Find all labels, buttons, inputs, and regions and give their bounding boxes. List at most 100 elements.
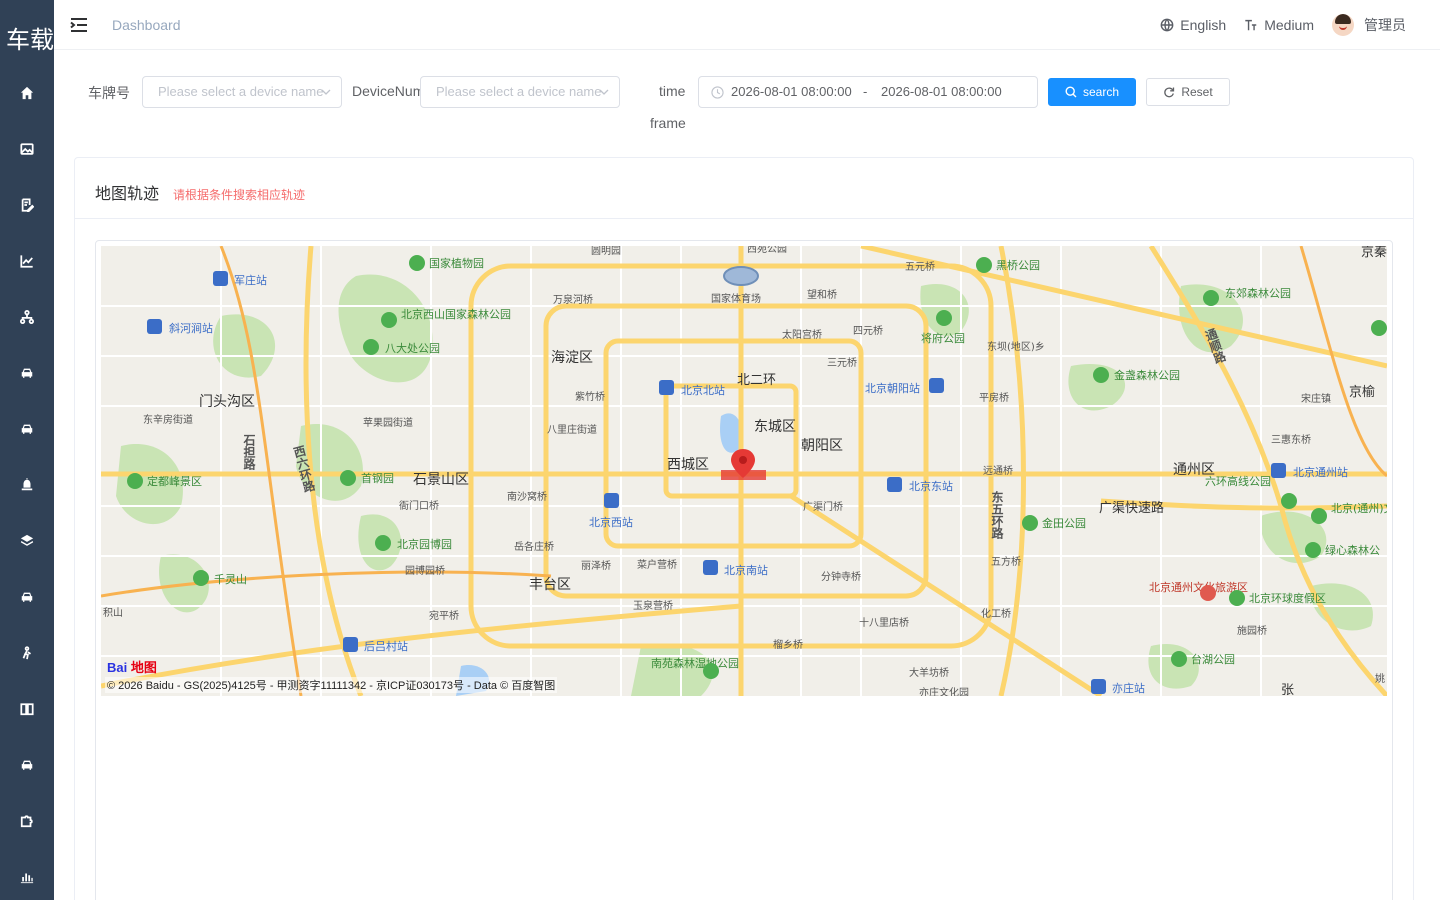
filter-form: 车牌号 Please select a device name DeviceNu… bbox=[74, 76, 1414, 136]
map-label: 门头沟区 bbox=[199, 394, 255, 410]
puzzle-icon[interactable] bbox=[19, 813, 35, 829]
location-pin-icon bbox=[721, 449, 766, 480]
time-label: time bbox=[659, 83, 686, 99]
map-copyright: © 2026 Baidu - GS(2025)4125号 - 甲测资字11111… bbox=[105, 677, 558, 693]
map-label: 衙门口桥 bbox=[399, 499, 439, 512]
map-label: 园博园桥 bbox=[405, 564, 445, 577]
end-time: 2026-08-01 08:00:00 bbox=[881, 84, 1002, 99]
car-icon[interactable] bbox=[19, 421, 35, 437]
baidu-map[interactable]: 海淀区 门头沟区 石景山区 西城区 东城区 朝阳区 丰台区 通州区 北二环 广渠… bbox=[101, 246, 1387, 696]
map-label: 苹果园街道 bbox=[363, 416, 413, 429]
start-time: 2026-08-01 08:00:00 bbox=[731, 84, 852, 99]
map-label: 宋庄镇 bbox=[1301, 392, 1331, 405]
map-label: 北京东站 bbox=[909, 479, 953, 493]
map-label: 北京环球度假区 bbox=[1249, 591, 1326, 605]
map-label: 千灵山 bbox=[214, 573, 247, 586]
map-label: 西苑公园 bbox=[747, 246, 787, 255]
map-label: 岳各庄桥 bbox=[514, 540, 554, 553]
map-label: 北京北站 bbox=[681, 383, 725, 397]
car-icon[interactable] bbox=[19, 757, 35, 773]
car-icon[interactable] bbox=[19, 365, 35, 381]
app-logo: 车载 bbox=[6, 26, 54, 54]
home-icon[interactable] bbox=[19, 85, 35, 101]
map-label: 北京南站 bbox=[724, 563, 768, 577]
car-icon[interactable] bbox=[19, 589, 35, 605]
map-label: 五元桥 bbox=[905, 261, 935, 273]
map-label: 平房桥 bbox=[979, 391, 1009, 404]
layers-icon[interactable] bbox=[19, 533, 35, 549]
map-label: 化工桥 bbox=[981, 607, 1011, 620]
map-label: 绿心森林公 bbox=[1325, 543, 1380, 557]
tree-icon[interactable] bbox=[19, 309, 35, 325]
image-icon[interactable] bbox=[19, 141, 35, 157]
map-label: 北京西站 bbox=[589, 515, 633, 529]
sidebar: 车载 bbox=[0, 0, 54, 900]
map-label: 五方桥 bbox=[991, 555, 1021, 568]
map-label: 海淀区 bbox=[551, 350, 593, 366]
clock-icon bbox=[711, 86, 724, 99]
map-label: 东城区 bbox=[754, 419, 796, 435]
map-container: 海淀区 门头沟区 石景山区 西城区 东城区 朝阳区 丰台区 通州区 北二环 广渠… bbox=[95, 240, 1393, 900]
map-label: 紫竹桥 bbox=[575, 390, 605, 403]
map-label: 姚 bbox=[1375, 672, 1385, 685]
edit-doc-icon[interactable] bbox=[19, 197, 35, 213]
map-label: 广渠门桥 bbox=[803, 500, 843, 513]
map-label: 后吕村站 bbox=[364, 639, 408, 653]
top-navbar: Dashboard English Medium 管理员 bbox=[54, 0, 1440, 50]
device-select[interactable]: Please select a device name bbox=[420, 76, 620, 108]
map-label: 六环高线公园 bbox=[1205, 474, 1271, 488]
plate-placeholder: Please select a device name bbox=[158, 84, 324, 99]
map-label: 石担路 bbox=[242, 434, 256, 471]
map-label: 南沙窝桥 bbox=[507, 490, 547, 503]
reset-label: Reset bbox=[1181, 85, 1213, 99]
date-range-picker[interactable]: 2026-08-01 08:00:00 - 2026-08-01 08:00:0… bbox=[698, 76, 1038, 108]
device-label: DeviceNum bbox=[352, 83, 420, 99]
map-label: 丰台区 bbox=[529, 577, 571, 593]
stadium-icon bbox=[723, 266, 759, 286]
map-label: 东坝(地区)乡 bbox=[987, 340, 1045, 353]
map-label: 金田公园 bbox=[1042, 516, 1086, 530]
map-label: 十八里店桥 bbox=[859, 616, 909, 629]
map-label: 石景山区 bbox=[413, 472, 469, 488]
map-label: 亦庄站 bbox=[1112, 681, 1145, 695]
map-label: 朝阳区 bbox=[801, 438, 843, 454]
map-label: 万泉河桥 bbox=[553, 293, 593, 306]
baidu-logo-text: Bai bbox=[107, 660, 128, 675]
map-label: 东辛房街道 bbox=[143, 413, 193, 426]
map-label: 菜户营桥 bbox=[637, 558, 677, 571]
map-label: 大羊坊桥 bbox=[909, 666, 949, 679]
baidu-logo-text-2: 地图 bbox=[130, 660, 157, 675]
bar-chart-icon[interactable] bbox=[19, 869, 35, 885]
map-label: 广渠快速路 bbox=[1099, 500, 1164, 516]
search-label: search bbox=[1082, 85, 1120, 99]
line-chart-icon[interactable] bbox=[19, 253, 35, 269]
map-label: 张 bbox=[1281, 683, 1294, 696]
map-label: 远通桥 bbox=[983, 465, 1013, 477]
plate-select[interactable]: Please select a device name bbox=[142, 76, 342, 108]
reset-button[interactable]: Reset bbox=[1146, 78, 1230, 106]
map-label: 金盏森林公园 bbox=[1114, 368, 1180, 382]
book-icon[interactable] bbox=[19, 701, 35, 717]
map-label: 北京园博园 bbox=[397, 537, 452, 551]
map-label: 圆明园 bbox=[591, 246, 621, 257]
frame-label: frame bbox=[650, 115, 686, 131]
breadcrumb[interactable]: Dashboard bbox=[112, 17, 181, 33]
alarm-icon[interactable] bbox=[19, 477, 35, 493]
language-switcher[interactable]: English bbox=[1160, 17, 1226, 33]
device-placeholder: Please select a device name bbox=[436, 84, 602, 99]
hamburger-icon[interactable] bbox=[70, 16, 88, 34]
map-track-card: 地图轨迹 请根据条件搜索相应轨迹 海淀区 门头沟区 石景山区 西城区 东城区 朝… bbox=[74, 157, 1414, 900]
refresh-icon bbox=[1164, 87, 1175, 98]
size-switcher[interactable]: Medium bbox=[1244, 17, 1314, 33]
size-label: Medium bbox=[1264, 17, 1314, 33]
map-label: 京榆 bbox=[1349, 385, 1375, 400]
user-walk-icon[interactable] bbox=[19, 645, 35, 661]
user-menu[interactable]: 管理员 bbox=[1332, 14, 1406, 36]
map-label: 四元桥 bbox=[853, 325, 883, 337]
map-label: 北京西山国家森林公园 bbox=[401, 307, 511, 321]
poi-marker bbox=[1200, 585, 1216, 601]
map-label: 将府公园 bbox=[921, 331, 965, 345]
search-button[interactable]: search bbox=[1048, 78, 1136, 106]
baidu-logo: Bai 地图 bbox=[107, 657, 157, 676]
map-label: 斜河涧站 bbox=[169, 321, 213, 335]
